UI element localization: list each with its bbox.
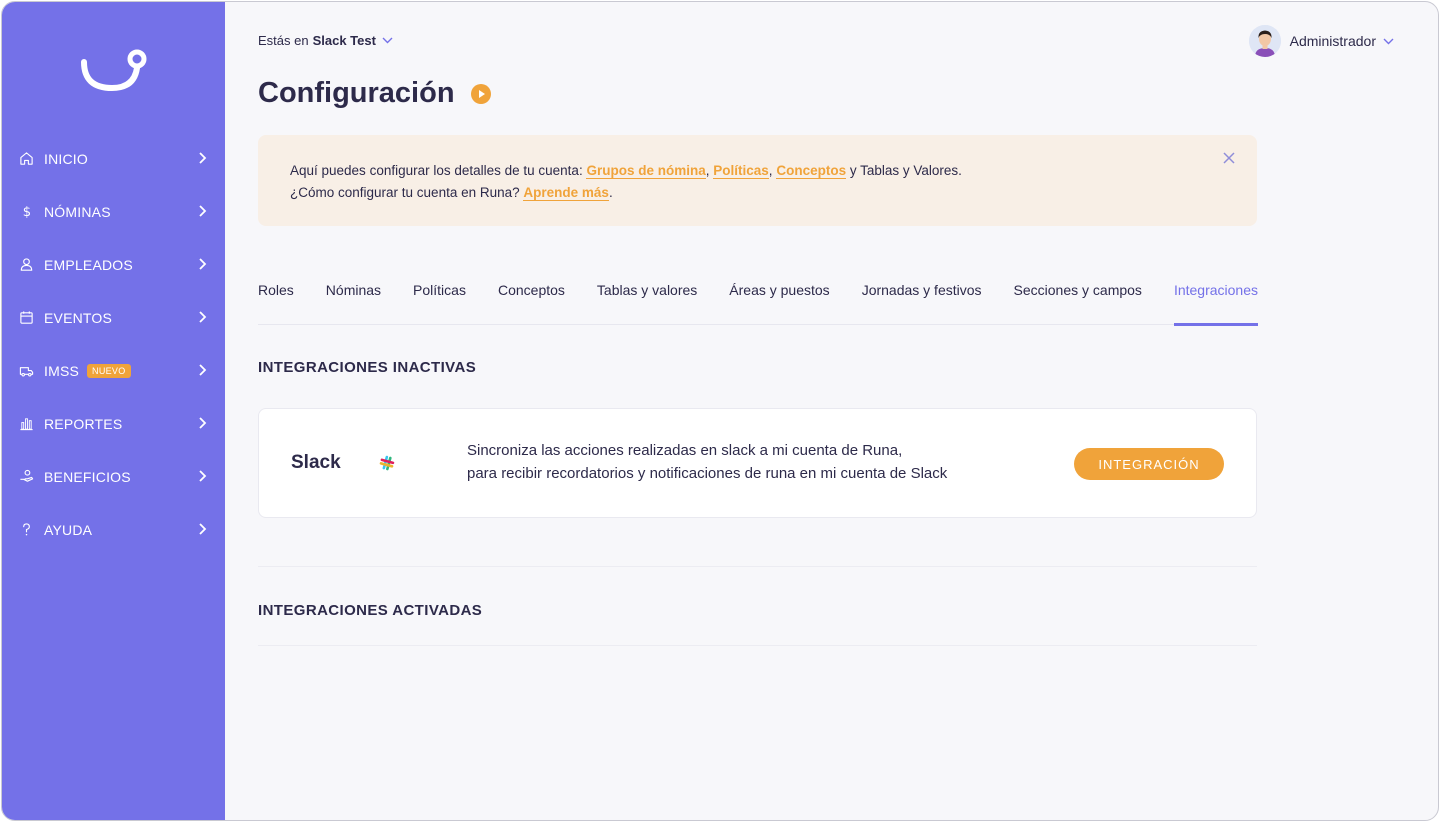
chevron-right-icon: [199, 152, 207, 164]
tab-politicas[interactable]: Políticas: [413, 272, 466, 325]
close-icon[interactable]: [1223, 152, 1235, 164]
tab-secciones-y-campos[interactable]: Secciones y campos: [1014, 272, 1142, 325]
chevron-down-icon: [1383, 38, 1394, 44]
calendar-icon: [18, 310, 34, 326]
sidebar-item-reportes[interactable]: REPORTES: [2, 397, 225, 450]
context-account: Slack Test: [312, 33, 376, 48]
tab-nominas[interactable]: Nóminas: [326, 272, 381, 325]
integration-name: Slack: [291, 452, 341, 473]
integration-description: Sincroniza las acciones realizadas en sl…: [467, 440, 947, 485]
sidebar-nav: INICIO $ NÓMINAS EMPLEADOS EVENTOS IMSS …: [2, 132, 225, 556]
link-politicas[interactable]: Políticas: [713, 163, 769, 179]
chevron-right-icon: [199, 311, 207, 323]
bar-chart-icon: [18, 416, 34, 432]
sidebar-item-label: EVENTOS: [44, 309, 113, 326]
app-window: INICIO $ NÓMINAS EMPLEADOS EVENTOS IMSS …: [1, 1, 1439, 821]
sidebar-item-label: IMSS: [44, 362, 80, 379]
sidebar: INICIO $ NÓMINAS EMPLEADOS EVENTOS IMSS …: [2, 2, 225, 820]
home-icon: [18, 151, 34, 167]
chevron-right-icon: [199, 417, 207, 429]
tab-jornadas-y-festivos[interactable]: Jornadas y festivos: [862, 272, 982, 325]
banner-text: Aquí puedes configurar los detalles de t…: [290, 163, 583, 178]
ambulance-icon: [18, 363, 34, 379]
sidebar-item-ayuda[interactable]: AYUDA: [2, 503, 225, 556]
sidebar-item-label: EMPLEADOS: [44, 256, 133, 273]
sidebar-item-label: BENEFICIOS: [44, 468, 131, 485]
tab-integraciones[interactable]: Integraciones: [1173, 272, 1259, 326]
chevron-right-icon: [199, 523, 207, 535]
sidebar-item-imss[interactable]: IMSS NUEVO: [2, 344, 225, 397]
sidebar-item-label: REPORTES: [44, 415, 123, 432]
new-badge: NUEVO: [87, 363, 131, 378]
main-content: Estás en Slack Test Administrador Config…: [225, 2, 1438, 820]
chevron-right-icon: [199, 258, 207, 270]
link-aprende-mas[interactable]: Aprende más: [523, 185, 609, 201]
sidebar-item-beneficios[interactable]: BENEFICIOS: [2, 450, 225, 503]
tab-areas-y-puestos[interactable]: Áreas y puestos: [729, 272, 829, 325]
user-menu[interactable]: Administrador: [1248, 25, 1394, 57]
context-prefix: Estás en: [258, 33, 309, 48]
runa-logo[interactable]: [78, 46, 148, 96]
tab-tablas-y-valores[interactable]: Tablas y valores: [597, 272, 697, 325]
info-banner: Aquí puedes configurar los detalles de t…: [258, 135, 1257, 226]
banner-line-2: ¿Cómo configurar tu cuenta en Runa? Apre…: [290, 182, 1225, 204]
banner-text: .: [608, 185, 613, 200]
description-line: para recibir recordatorios y notificacio…: [467, 464, 948, 482]
play-video-icon[interactable]: [470, 83, 491, 104]
chevron-down-icon: [382, 37, 393, 44]
svg-text:$: $: [22, 205, 30, 219]
link-conceptos[interactable]: Conceptos: [776, 163, 847, 179]
dollar-icon: $: [18, 204, 34, 220]
sidebar-item-nominas[interactable]: $ NÓMINAS: [2, 185, 225, 238]
section-divider: [258, 645, 1257, 646]
sidebar-item-empleados[interactable]: EMPLEADOS: [2, 238, 225, 291]
sidebar-item-inicio[interactable]: INICIO: [2, 132, 225, 185]
sidebar-item-eventos[interactable]: EVENTOS: [2, 291, 225, 344]
settings-tabs: Roles Nóminas Políticas Conceptos Tablas…: [258, 272, 1259, 326]
sidebar-item-label: INICIO: [44, 150, 88, 167]
sidebar-item-label: NÓMINAS: [44, 203, 111, 220]
banner-line-1: Aquí puedes configurar los detalles de t…: [290, 160, 1225, 182]
slack-icon: [379, 455, 395, 471]
link-grupos-de-nomina[interactable]: Grupos de nómina: [586, 163, 706, 179]
page-title: Configuración: [258, 77, 455, 109]
active-integrations-title: INTEGRACIONES ACTIVADAS: [258, 602, 483, 619]
hand-coin-icon: [18, 469, 34, 485]
banner-text: ¿Cómo configurar tu cuenta en Runa?: [290, 185, 520, 200]
banner-separator: ,: [768, 163, 773, 178]
tab-roles[interactable]: Roles: [258, 272, 294, 325]
integrate-button[interactable]: INTEGRACIÓN: [1074, 448, 1224, 480]
avatar: [1248, 25, 1281, 57]
description-line: Sincroniza las acciones realizadas en sl…: [467, 442, 903, 459]
user-name: Administrador: [1289, 33, 1376, 49]
question-icon: [18, 522, 34, 538]
chevron-right-icon: [199, 470, 207, 482]
banner-text: y Tablas y Valores.: [849, 163, 962, 178]
tab-conceptos[interactable]: Conceptos: [498, 272, 565, 325]
chevron-right-icon: [199, 364, 207, 376]
chevron-right-icon: [199, 205, 207, 217]
sidebar-item-label: AYUDA: [44, 521, 93, 538]
inactive-integrations-title: INTEGRACIONES INACTIVAS: [258, 359, 477, 376]
integration-card-slack: Slack Sincroniza las acciones realizadas…: [258, 408, 1257, 518]
section-divider: [258, 566, 1257, 567]
banner-separator: ,: [705, 163, 710, 178]
user-icon: [18, 257, 34, 273]
page-title-row: Configuración: [258, 77, 491, 110]
account-switcher[interactable]: Estás en Slack Test: [258, 33, 393, 48]
